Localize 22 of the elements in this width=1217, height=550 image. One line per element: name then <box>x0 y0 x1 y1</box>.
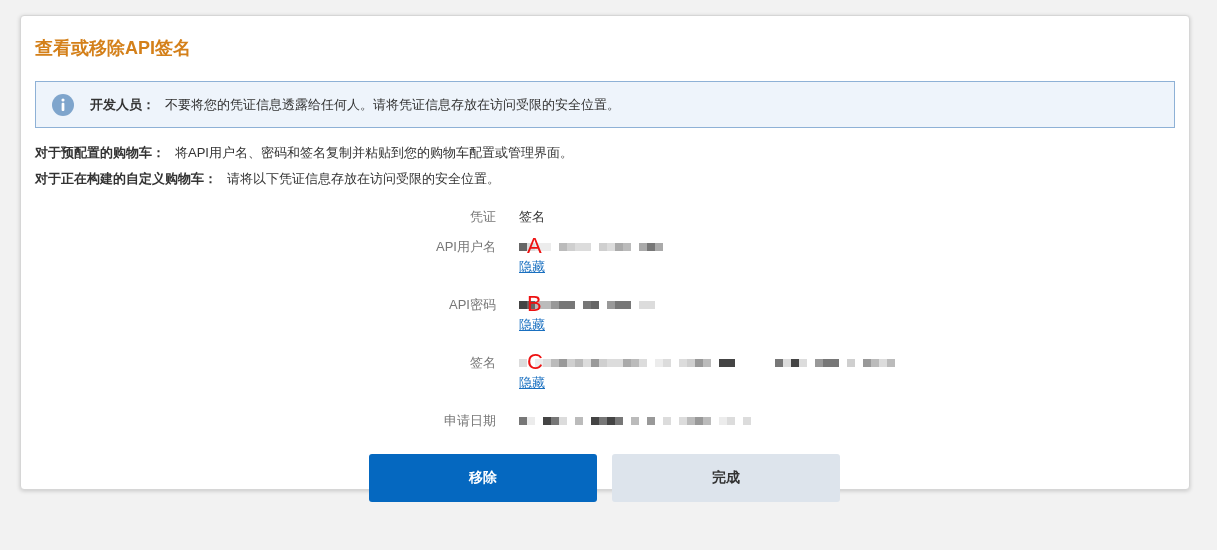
field-label: 申请日期 <box>443 412 496 430</box>
annotation-letter: C <box>527 350 543 374</box>
instruction-label: 对于预配置的购物车： <box>35 145 165 160</box>
hide-link[interactable]: 隐藏 <box>519 316 545 334</box>
instruction-text: 请将以下凭证信息存放在访问受限的安全位置。 <box>227 171 500 186</box>
dialog-title: 查看或移除API签名 <box>35 37 192 60</box>
info-icon <box>52 93 74 116</box>
instruction-text: 将API用户名、密码和签名复制并粘贴到您的购物车配置或管理界面。 <box>175 145 573 160</box>
done-button[interactable]: 完成 <box>612 454 840 502</box>
annotation-letter: B <box>527 292 542 316</box>
notice-label: 开发人员： <box>90 95 155 114</box>
annotation-letter: A <box>527 234 542 258</box>
field-label: 签名 <box>469 354 496 372</box>
remove-button[interactable]: 移除 <box>369 454 597 502</box>
hide-link[interactable]: 隐藏 <box>519 374 545 392</box>
field-label: API密码 <box>448 296 496 314</box>
hide-link[interactable]: 隐藏 <box>519 258 545 276</box>
field-label: 凭证 <box>469 208 496 226</box>
field-value: 签名 <box>519 209 545 224</box>
instruction-label: 对于正在构建的自定义购物车： <box>35 171 217 186</box>
notice-text: 不要将您的凭证信息透露给任何人。请将凭证信息存放在访问受限的安全位置。 <box>165 95 620 114</box>
field-label: API用户名 <box>435 238 496 256</box>
